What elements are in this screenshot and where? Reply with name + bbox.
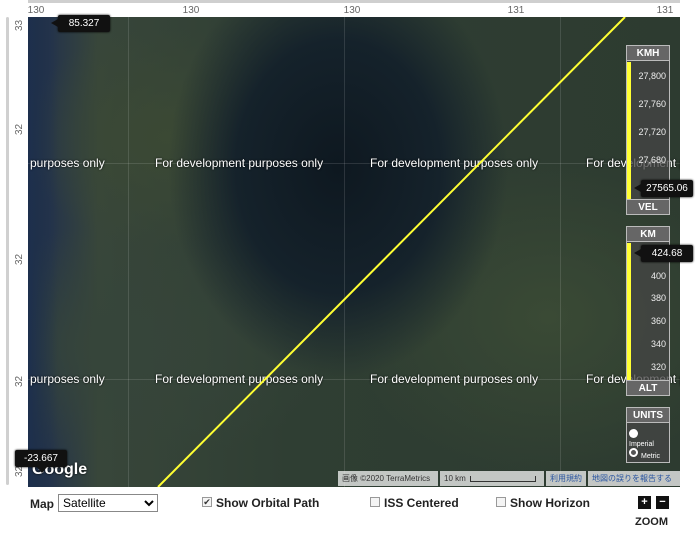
velocity-fill — [627, 62, 631, 199]
show-orbital-path-label: Show Orbital Path — [216, 496, 320, 510]
latitude-axis: 33 32 32 32 32 — [0, 17, 28, 487]
velocity-tick: 27,720 — [638, 127, 666, 137]
terms-link[interactable]: 利用規約 — [546, 471, 586, 486]
imperial-radio[interactable] — [629, 429, 638, 438]
satellite-map[interactable]: purposes only For development purposes o… — [28, 17, 680, 487]
marker-value: 85.327 — [68, 18, 100, 29]
metric-label: Metric — [641, 453, 661, 460]
iss-tracker: 130 130 130 131 131 33 32 32 32 32 purpo… — [0, 0, 700, 533]
units-title: UNITS — [627, 408, 669, 423]
callout-pointer — [37, 467, 47, 473]
altitude-tick: 320 — [650, 362, 666, 372]
velocity-tick: 27,800 — [638, 71, 666, 81]
marker-callout-bottom[interactable]: -23.667 — [15, 450, 67, 473]
velocity-value: 27565.06 — [646, 183, 688, 194]
map-attribution: 画像 ©2020 TerraMetrics — [338, 471, 438, 486]
report-error-link[interactable]: 地図の誤りを報告する — [588, 471, 680, 486]
marker-value: -23.667 — [24, 453, 58, 464]
imperial-label: Imperial — [629, 441, 654, 448]
longitude-tick: 131 — [507, 5, 525, 16]
longitude-slider-rail[interactable] — [28, 0, 680, 3]
check-mark-icon: ✔ — [203, 497, 211, 507]
map-type-label: Map — [30, 497, 54, 511]
metric-radio[interactable] — [629, 448, 638, 457]
velocity-unit: KMH — [627, 46, 669, 61]
callout-pointer — [634, 184, 641, 192]
velocity-tick: 27,760 — [638, 99, 666, 109]
zoom-in-button[interactable]: + — [638, 496, 651, 509]
altitude-unit: KM — [627, 227, 669, 242]
latitude-tick: 32 — [14, 375, 25, 387]
zoom-out-button[interactable]: − — [656, 496, 669, 509]
scale-label: 10 km — [444, 474, 466, 483]
iss-centered-label: ISS Centered — [384, 496, 459, 510]
latitude-slider-rail[interactable] — [6, 17, 9, 485]
zoom-label: ZOOM — [635, 516, 668, 528]
orbital-path — [157, 17, 626, 487]
control-bar: Map Satellite ✔ Show Orbital Path ISS Ce… — [0, 487, 700, 533]
velocity-label: VEL — [627, 199, 669, 214]
scale-bar — [469, 475, 536, 482]
velocity-readout: 27565.06 — [634, 180, 693, 197]
altitude-label: ALT — [627, 380, 669, 395]
altitude-tick: 360 — [650, 316, 666, 326]
map-type-select[interactable]: Satellite — [58, 494, 158, 512]
show-orbital-path-checkbox[interactable]: ✔ — [202, 497, 212, 507]
show-horizon-checkbox[interactable] — [496, 497, 506, 507]
units-panel: UNITS Imperial Metric — [626, 407, 670, 463]
latitude-tick: 32 — [14, 253, 25, 265]
latitude-tick: 32 — [14, 465, 25, 477]
altitude-tick: 400 — [650, 271, 666, 281]
longitude-tick: 130 — [182, 5, 200, 16]
longitude-tick: 130 — [27, 5, 45, 16]
altitude-tick: 380 — [650, 293, 666, 303]
latitude-tick: 32 — [14, 123, 25, 135]
velocity-tick: 27,680 — [638, 155, 666, 165]
map-scale[interactable]: 10 km — [440, 471, 544, 486]
longitude-tick: 130 — [343, 5, 361, 16]
longitude-tick: 131 — [656, 5, 674, 16]
altitude-readout: 424.68 — [634, 245, 693, 262]
altitude-tick: 340 — [650, 339, 666, 349]
altitude-value: 424.68 — [651, 248, 683, 259]
iss-centered-checkbox[interactable] — [370, 497, 380, 507]
marker-callout-top[interactable]: 85.327 — [51, 15, 110, 32]
show-horizon-label: Show Horizon — [510, 496, 590, 510]
latitude-tick: 33 — [14, 19, 25, 31]
altitude-fill — [627, 243, 631, 381]
longitude-axis: 130 130 130 131 131 — [28, 0, 680, 17]
callout-pointer — [51, 19, 58, 27]
callout-pointer — [634, 249, 641, 257]
